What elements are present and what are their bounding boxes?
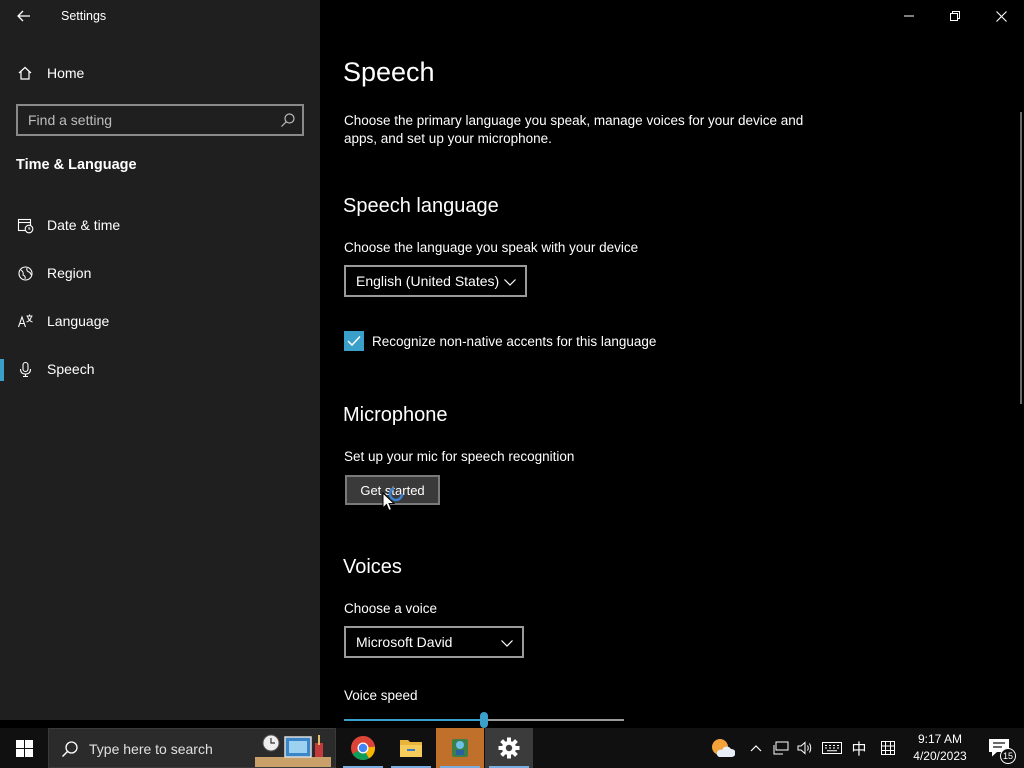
windows-logo-icon	[15, 739, 33, 757]
ime-mode-indicator[interactable]: 中	[848, 728, 870, 768]
minimize-icon	[904, 15, 914, 17]
microphone-label: Set up your mic for speech recognition	[344, 449, 575, 464]
speech-language-label: Choose the language you speak with your …	[344, 240, 639, 255]
sidebar-item-label: Date & time	[47, 217, 121, 233]
slider-track	[488, 719, 624, 721]
home-icon	[16, 64, 34, 82]
chevron-down-icon	[501, 640, 513, 647]
taskbar-app-chrome[interactable]	[339, 728, 387, 768]
dropdown-value: Microsoft David	[356, 634, 453, 650]
dropdown-value: English (United States)	[356, 273, 500, 289]
weather-widget[interactable]	[706, 728, 738, 768]
taskbar-app-pinned[interactable]	[436, 728, 484, 768]
ime-grid-icon	[881, 741, 895, 755]
taskbar-search-text: Type here to search	[89, 741, 213, 757]
close-button[interactable]	[978, 0, 1024, 32]
sidebar-item-language[interactable]: Language	[0, 301, 320, 341]
speech-language-heading: Speech language	[343, 195, 499, 217]
clock[interactable]: 9:17 AM 4/20/2023	[908, 731, 972, 765]
restore-button[interactable]	[932, 0, 978, 32]
clock-date: 4/20/2023	[913, 749, 967, 763]
search-icon[interactable]	[280, 112, 296, 128]
taskbar-app-file-explorer[interactable]	[387, 728, 435, 768]
sidebar-item-label: Region	[47, 265, 92, 281]
content-scrollbar[interactable]	[1020, 112, 1022, 404]
non-native-accents-checkbox[interactable]	[344, 331, 364, 351]
calendar-clock-icon	[16, 216, 34, 234]
active-indicator	[0, 359, 4, 381]
find-setting-search[interactable]	[16, 104, 304, 136]
voice-speed-slider[interactable]	[344, 712, 624, 728]
search-input[interactable]	[18, 106, 268, 134]
voices-heading: Voices	[343, 556, 402, 578]
touch-keyboard-button[interactable]	[820, 728, 844, 768]
minimize-button[interactable]	[886, 0, 932, 32]
taskbar-app-settings[interactable]	[485, 728, 533, 768]
show-hidden-icons-button[interactable]	[746, 728, 766, 768]
sidebar-item-region[interactable]: Region	[0, 253, 320, 293]
chrome-icon	[351, 736, 375, 761]
language-icon	[16, 312, 34, 330]
back-arrow-icon	[17, 10, 30, 22]
taskbar-search-box[interactable]: Type here to search	[48, 728, 336, 768]
title-bar-left: Settings	[0, 0, 320, 32]
search-highlight-illustration-icon	[255, 734, 331, 767]
sidebar-item-label: Language	[47, 313, 110, 329]
mouse-cursor-icon	[382, 492, 396, 512]
app-icon	[452, 739, 468, 757]
checkmark-icon	[347, 335, 361, 347]
ime-options-button[interactable]	[876, 728, 900, 768]
network-icon	[773, 741, 789, 755]
window-controls	[886, 0, 1024, 32]
file-explorer-icon	[400, 740, 422, 757]
close-icon	[995, 10, 1007, 22]
volume-button[interactable]	[794, 728, 816, 768]
start-button[interactable]	[0, 728, 48, 768]
microphone-icon	[16, 360, 34, 378]
non-native-accents-checkbox-row[interactable]: Recognize non-native accents for this la…	[344, 330, 656, 352]
sidebar-item-label: Home	[47, 65, 85, 81]
clock-time: 9:17 AM	[917, 732, 963, 746]
chevron-up-icon	[750, 745, 762, 752]
back-button[interactable]	[8, 4, 40, 28]
main-content: Speech Choose the primary language you s…	[320, 0, 1024, 728]
slider-track-fill	[344, 719, 480, 721]
voice-dropdown[interactable]: Microsoft David	[344, 626, 524, 658]
sidebar-item-date-time[interactable]: Date & time	[0, 205, 320, 245]
chevron-down-icon	[504, 279, 516, 286]
slider-thumb[interactable]	[480, 712, 488, 728]
weather-partly-cloudy-icon	[712, 739, 735, 757]
voice-speed-label: Voice speed	[344, 688, 418, 703]
taskbar: Type here to search 中 9:17 AM 4/20/2023 …	[0, 728, 1024, 768]
network-button[interactable]	[770, 728, 792, 768]
search-icon	[62, 741, 78, 757]
speech-language-dropdown[interactable]: English (United States)	[344, 265, 527, 297]
sidebar-item-home[interactable]: Home	[0, 58, 320, 88]
sidebar-item-label: Speech	[47, 361, 95, 377]
app-title: Settings	[61, 9, 107, 23]
page-title: Speech	[343, 57, 435, 87]
sidebar: Settings Home Time & Language Date & tim…	[0, 0, 320, 720]
keyboard-icon	[822, 742, 842, 754]
globe-icon	[16, 264, 34, 282]
action-center-button[interactable]: 15	[988, 738, 1016, 764]
volume-icon	[797, 741, 812, 755]
restore-icon	[950, 11, 960, 21]
settings-icon	[498, 737, 520, 759]
page-description: Choose the primary language you speak, m…	[344, 113, 804, 146]
voices-label: Choose a voice	[344, 601, 438, 616]
sidebar-section-label: Time & Language	[16, 157, 137, 173]
sidebar-item-speech[interactable]: Speech	[0, 349, 320, 389]
checkbox-label: Recognize non-native accents for this la…	[372, 333, 657, 349]
notification-count-badge: 15	[1000, 748, 1016, 764]
microphone-heading: Microphone	[343, 404, 448, 426]
